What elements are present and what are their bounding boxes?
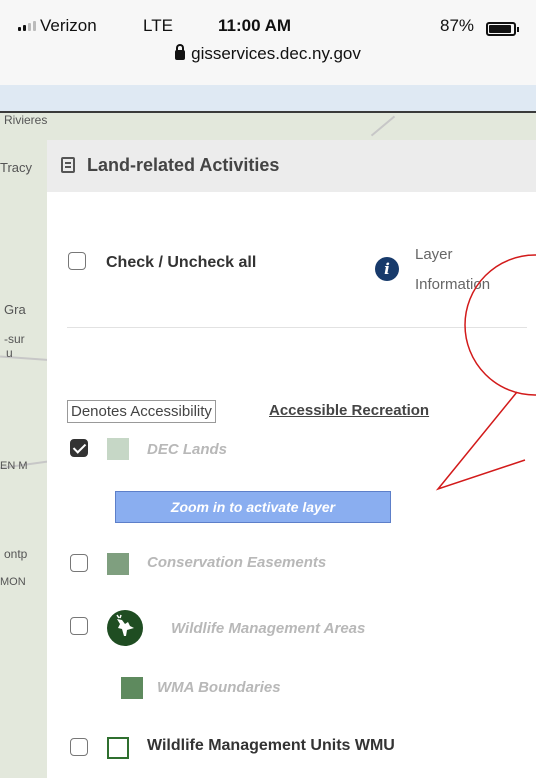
callout-annotation <box>435 254 536 491</box>
